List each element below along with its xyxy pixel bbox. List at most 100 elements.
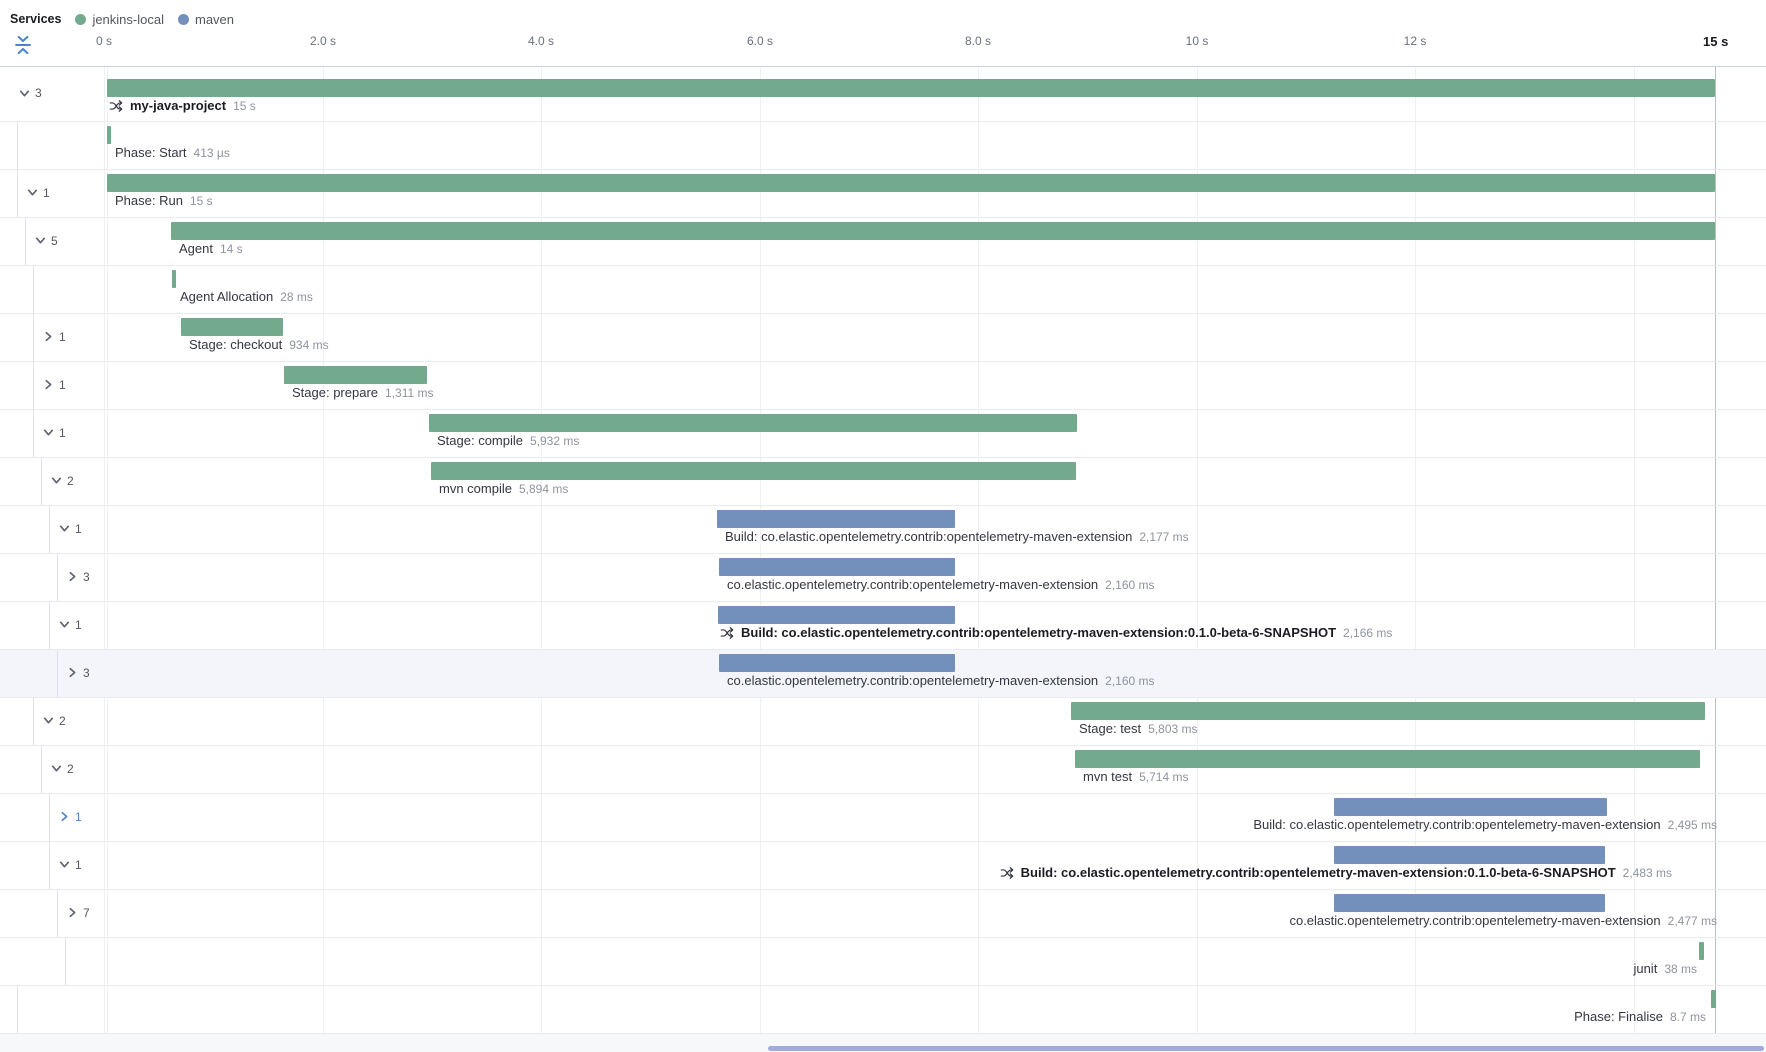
span-label[interactable]: co.elastic.opentelemetry.contrib:opentel… [727, 577, 1155, 592]
tree-indent-guide [41, 746, 42, 793]
span-duration-bar-maven[interactable] [719, 654, 955, 672]
span-duration: 934 ms [289, 338, 328, 352]
span-label[interactable]: Build: co.elastic.opentelemetry.contrib:… [1000, 865, 1672, 880]
span-row[interactable]: 3 my-java-project15 s [0, 67, 1766, 122]
span-row[interactable]: 1 Build: co.elastic.opentelemetry.contrib… [0, 794, 1766, 842]
span-row[interactable]: 1 Stage: checkout934 ms [0, 314, 1766, 362]
span-duration-bar-jenkins-local[interactable] [172, 270, 176, 288]
collapse-chevron-down[interactable]: 3 [18, 87, 42, 100]
expand-chevron-right[interactable]: 3 [66, 666, 90, 679]
span-label[interactable]: Phase: Run15 s [115, 193, 213, 208]
span-row[interactable]: 3 co.elastic.opentelemetry.contrib:opente… [0, 554, 1766, 602]
span-duration-bar-jenkins-local[interactable] [171, 222, 1715, 240]
span-label[interactable]: Stage: prepare1,311 ms [292, 385, 433, 400]
expand-chevron-right[interactable]: 3 [66, 570, 90, 583]
collapse-all-icon[interactable] [13, 35, 33, 55]
span-duration-bar-jenkins-local[interactable] [284, 366, 427, 384]
span-duration-bar-maven[interactable] [717, 510, 955, 528]
span-label[interactable]: Agent Allocation28 ms [180, 289, 313, 304]
span-label[interactable]: co.elastic.opentelemetry.contrib:opentel… [727, 673, 1155, 688]
axis-tick: 6.0 s [747, 34, 773, 48]
service-name: jenkins-local [92, 12, 164, 27]
child-count: 1 [59, 331, 66, 343]
span-name: Phase: Run [115, 193, 183, 208]
span-label[interactable]: mvn compile5,894 ms [439, 481, 568, 496]
span-row[interactable]: Phase: Finalise8.7 ms [0, 986, 1766, 1034]
span-label[interactable]: Build: co.elastic.opentelemetry.contrib:… [1253, 817, 1717, 832]
span-row[interactable]: 1 Build: co.elastic.opentelemetry.contrib… [0, 506, 1766, 554]
span-row[interactable]: 1 Stage: prepare1,311 ms [0, 362, 1766, 410]
horizontal-scrollbar-thumb[interactable] [768, 1046, 1764, 1051]
collapse-chevron-down[interactable]: 1 [58, 522, 82, 535]
span-row[interactable]: 2 mvn test5,714 ms [0, 746, 1766, 794]
span-row[interactable]: 7 co.elastic.opentelemetry.contrib:opente… [0, 890, 1766, 938]
child-count: 1 [75, 811, 82, 823]
span-duration-bar-jenkins-local[interactable] [1075, 750, 1700, 768]
span-label[interactable]: junit38 ms [1633, 961, 1697, 976]
span-row[interactable]: junit38 ms [0, 938, 1766, 986]
span-label[interactable]: Phase: Finalise8.7 ms [1574, 1009, 1706, 1024]
span-name: Agent [179, 241, 213, 256]
span-duration-bar-maven[interactable] [1334, 798, 1607, 816]
collapse-chevron-down[interactable]: 2 [50, 762, 74, 775]
span-name: Phase: Finalise [1574, 1009, 1663, 1024]
span-duration-bar-jenkins-local[interactable] [1071, 702, 1705, 720]
span-duration-bar-jenkins-local[interactable] [431, 462, 1076, 480]
span-row[interactable]: 2 Stage: test5,803 ms [0, 698, 1766, 746]
expand-chevron-right[interactable]: 1 [58, 810, 82, 823]
span-name: co.elastic.opentelemetry.contrib:opentel… [727, 577, 1098, 592]
span-duration-bar-maven[interactable] [719, 558, 955, 576]
span-duration-bar-jenkins-local[interactable] [181, 318, 283, 336]
tree-indent-guide [41, 458, 42, 505]
span-row[interactable]: 1 Stage: compile5,932 ms [0, 410, 1766, 458]
axis-tick: 12 s [1404, 34, 1427, 48]
span-duration-bar-maven[interactable] [718, 606, 955, 624]
expand-chevron-right[interactable]: 7 [66, 906, 90, 919]
child-count: 1 [59, 379, 66, 391]
span-name: Build: co.elastic.opentelemetry.contrib:… [741, 625, 1336, 640]
span-row[interactable]: 5 Agent14 s [0, 218, 1766, 266]
child-count: 2 [67, 475, 74, 487]
axis-tick: 4.0 s [528, 34, 554, 48]
span-duration-bar-jenkins-local[interactable] [107, 126, 111, 144]
collapse-chevron-down[interactable]: 5 [34, 234, 58, 247]
span-duration: 2,160 ms [1105, 674, 1154, 688]
collapse-chevron-down[interactable]: 2 [42, 714, 66, 727]
span-label[interactable]: Build: co.elastic.opentelemetry.contrib:… [720, 625, 1392, 640]
span-label[interactable]: Stage: test5,803 ms [1079, 721, 1198, 736]
span-name: Stage: compile [437, 433, 523, 448]
span-label[interactable]: Agent14 s [179, 241, 243, 256]
tree-indent-guide [25, 218, 26, 265]
span-row[interactable]: Agent Allocation28 ms [0, 266, 1766, 314]
span-row[interactable]: 1 Phase: Run15 s [0, 170, 1766, 218]
span-row[interactable]: 1 Build: co.elastic.opentelemetry.contrib… [0, 602, 1766, 650]
span-duration-bar-jenkins-local[interactable] [107, 79, 1715, 97]
span-label[interactable]: Phase: Start413 µs [115, 145, 230, 160]
span-label[interactable]: co.elastic.opentelemetry.contrib:opentel… [1289, 913, 1717, 928]
collapse-chevron-down[interactable]: 1 [58, 858, 82, 871]
span-label[interactable]: Build: co.elastic.opentelemetry.contrib:… [725, 529, 1189, 544]
span-label[interactable]: my-java-project15 s [109, 98, 256, 113]
span-label[interactable]: mvn test5,714 ms [1083, 769, 1188, 784]
span-row[interactable]: Phase: Start413 µs [0, 122, 1766, 170]
span-row[interactable]: 3 co.elastic.opentelemetry.contrib:opente… [0, 650, 1766, 698]
services-legend: Services jenkins-localmaven [10, 8, 234, 30]
span-duration-bar-maven[interactable] [1334, 846, 1605, 864]
span-row[interactable]: 2 mvn compile5,894 ms [0, 458, 1766, 506]
collapse-chevron-down[interactable]: 1 [26, 186, 50, 199]
span-duration-bar-maven[interactable] [1334, 894, 1605, 912]
span-duration-bar-jenkins-local[interactable] [1699, 942, 1704, 960]
span-duration-bar-jenkins-local[interactable] [107, 174, 1715, 192]
collapse-chevron-down[interactable]: 1 [58, 618, 82, 631]
expand-chevron-right[interactable]: 1 [42, 378, 66, 391]
span-duration-bar-jenkins-local[interactable] [429, 414, 1077, 432]
span-row[interactable]: 1 Build: co.elastic.opentelemetry.contrib… [0, 842, 1766, 890]
span-duration-bar-jenkins-local[interactable] [1711, 990, 1716, 1008]
collapse-chevron-down[interactable]: 2 [50, 474, 74, 487]
span-name: Phase: Start [115, 145, 187, 160]
span-label[interactable]: Stage: checkout934 ms [189, 337, 329, 352]
span-label[interactable]: Stage: compile5,932 ms [437, 433, 579, 448]
span-duration: 2,166 ms [1343, 626, 1392, 640]
expand-chevron-right[interactable]: 1 [42, 330, 66, 343]
collapse-chevron-down[interactable]: 1 [42, 426, 66, 439]
